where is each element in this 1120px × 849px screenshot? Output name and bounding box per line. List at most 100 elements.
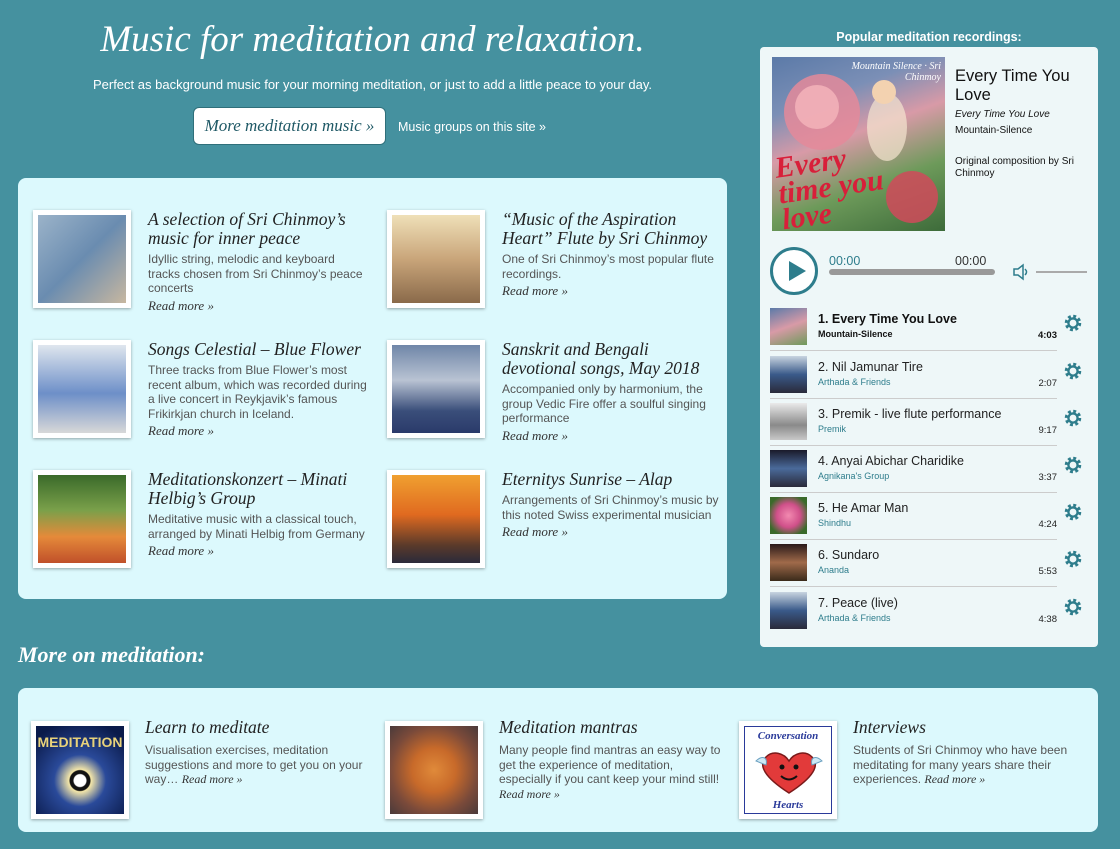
read-more-link[interactable]: Read more » xyxy=(499,787,560,801)
audio-player-panel: Mountain Silence · Sri Chinmoy Every tim… xyxy=(760,47,1098,647)
playlist-track[interactable]: 3. Premik - live flute performance Premi… xyxy=(770,403,1100,447)
item-title[interactable]: Sanskrit and Bengali devotional songs, M… xyxy=(502,340,722,378)
playlist-track[interactable]: 1. Every Time You Love Mountain-Silence … xyxy=(770,308,1100,352)
description-text: Visualisation exercises, meditation sugg… xyxy=(145,743,363,786)
track-divider xyxy=(770,539,1057,540)
track-divider xyxy=(770,445,1057,446)
now-playing-artist: Mountain-Silence xyxy=(955,125,1033,136)
track-thumbnail xyxy=(770,544,807,581)
playlist-track[interactable]: 5. He Amar Man Shindhu 4:24 xyxy=(770,497,1100,541)
track-thumbnail xyxy=(770,308,807,345)
track-artist: Shindhu xyxy=(818,518,852,528)
album-thumbnail[interactable] xyxy=(33,470,131,568)
thumbnail-caption-top: Conversation xyxy=(757,730,819,742)
playlist-track[interactable]: 4. Anyai Abichar Charidike Agnikana's Gr… xyxy=(770,450,1100,494)
album-thumbnail[interactable] xyxy=(387,210,485,308)
track-divider xyxy=(770,350,1057,351)
track-duration: 3:37 xyxy=(1038,472,1058,483)
album-art-label: Mountain Silence · Sri Chinmoy xyxy=(851,61,941,83)
gear-icon[interactable] xyxy=(1062,360,1084,382)
album-thumbnail[interactable] xyxy=(33,340,131,438)
playlist-track[interactable]: 7. Peace (live) Arthada & Friends 4:38 xyxy=(770,592,1100,636)
item-title[interactable]: A selection of Sri Chinmoy’s music for i… xyxy=(148,210,368,248)
album-thumbnail[interactable] xyxy=(387,340,485,438)
item-description: Three tracks from Blue Flower’s most rec… xyxy=(148,363,367,421)
item-title[interactable]: Eternitys Sunrise – Alap xyxy=(502,470,722,489)
now-playing-title: Every Time You Love xyxy=(955,67,1070,104)
item-description: Meditative music with a classical touch,… xyxy=(148,512,365,541)
playlist-track[interactable]: 2. Nil Jamunar Tire Arthada & Friends 2:… xyxy=(770,356,1100,400)
track-title: 3. Premik - live flute performance xyxy=(818,407,1002,421)
gear-icon[interactable] xyxy=(1062,596,1084,618)
play-button[interactable] xyxy=(770,247,818,295)
read-more-link[interactable]: Read more » xyxy=(502,428,722,444)
track-duration: 5:53 xyxy=(1038,566,1058,577)
item-description: Accompanied only by harmonium, the group… xyxy=(502,382,706,425)
more-on-meditation-heading: More on meditation: xyxy=(18,642,206,667)
thumbnail-caption-bottom: Hearts xyxy=(772,799,804,811)
track-duration: 2:07 xyxy=(1038,378,1058,389)
item-title[interactable]: Interviews xyxy=(853,718,1078,737)
item-title[interactable]: Songs Celestial – Blue Flower xyxy=(148,340,368,359)
item-title[interactable]: “Music of the Aspiration Heart” Flute by… xyxy=(502,210,722,248)
track-artist: Ananda xyxy=(818,565,850,575)
track-thumbnail xyxy=(770,592,807,629)
track-duration: 4:24 xyxy=(1038,519,1058,530)
track-artist: Agnikana's Group xyxy=(818,471,890,481)
volume-icon[interactable] xyxy=(1012,263,1030,281)
album-thumbnail[interactable] xyxy=(387,470,485,568)
item-description: Visualisation exercises, meditation sugg… xyxy=(145,743,370,787)
hero-subtitle: Perfect as background music for your mor… xyxy=(92,77,653,92)
now-playing-subtitle: Every Time You Love xyxy=(955,109,1050,120)
read-more-link[interactable]: Read more » xyxy=(148,423,368,439)
gear-icon[interactable] xyxy=(1062,407,1084,429)
track-thumbnail xyxy=(770,356,807,393)
item-description: Many people find mantras an easy way to … xyxy=(499,743,724,801)
more-on-meditation-panel: MEDITATION Learn to meditate Visualisati… xyxy=(18,688,1098,832)
meditation-mantras-thumbnail[interactable] xyxy=(385,721,483,819)
read-more-link[interactable]: Read more » xyxy=(502,283,722,299)
playlist-track[interactable]: 6. Sundaro Ananda 5:53 xyxy=(770,544,1100,588)
more-meditation-music-button[interactable]: More meditation music » xyxy=(193,107,386,145)
gear-icon[interactable] xyxy=(1062,454,1084,476)
thumbnail-caption: MEDITATION xyxy=(37,734,123,750)
item-description: Idyllic string, melodic and keyboard tra… xyxy=(148,252,363,295)
item-title[interactable]: Meditationskonzert – Minati Helbig’s Gro… xyxy=(148,470,368,508)
album-art: Mountain Silence · Sri Chinmoy Every tim… xyxy=(772,57,945,236)
track-duration: 4:03 xyxy=(1037,330,1057,341)
heart-icon xyxy=(755,752,823,794)
track-divider xyxy=(770,492,1057,493)
volume-slider[interactable] xyxy=(1036,271,1087,273)
learn-to-meditate-thumbnail[interactable]: MEDITATION xyxy=(31,721,129,819)
featured-music-panel: A selection of Sri Chinmoy’s music for i… xyxy=(18,178,727,599)
gear-icon[interactable] xyxy=(1062,501,1084,523)
item-title[interactable]: Meditation mantras xyxy=(499,718,724,737)
description-text: Many people find mantras an easy way to … xyxy=(499,743,721,786)
track-artist: Mountain-Silence xyxy=(818,329,893,339)
progress-bar[interactable] xyxy=(829,269,995,275)
item-title[interactable]: Learn to meditate xyxy=(145,718,370,737)
read-more-link[interactable]: Read more » xyxy=(502,524,722,540)
album-thumbnail[interactable] xyxy=(33,210,131,308)
duration-time: 00:00 xyxy=(955,254,987,268)
track-thumbnail xyxy=(770,450,807,487)
track-duration: 4:38 xyxy=(1038,614,1058,625)
item-description: Students of Sri Chinmoy who have been me… xyxy=(853,743,1078,787)
track-artist: Arthada & Friends xyxy=(818,613,891,623)
read-more-link[interactable]: Read more » xyxy=(924,772,985,786)
track-title: 4. Anyai Abichar Charidike xyxy=(818,454,964,468)
read-more-link[interactable]: Read more » xyxy=(182,772,243,786)
gear-icon[interactable] xyxy=(1062,312,1084,334)
popular-recordings-heading: Popular meditation recordings: xyxy=(836,30,1022,44)
music-groups-link[interactable]: Music groups on this site » xyxy=(398,120,546,134)
track-title: 5. He Amar Man xyxy=(818,501,909,515)
track-title: 7. Peace (live) xyxy=(818,596,898,610)
gear-icon[interactable] xyxy=(1062,548,1084,570)
track-divider xyxy=(770,586,1057,587)
item-description: One of Sri Chinmoy’s most popular flute … xyxy=(502,252,714,281)
interviews-thumbnail[interactable]: Conversation Hearts xyxy=(739,721,837,819)
track-duration: 9:17 xyxy=(1038,425,1058,436)
track-title: 6. Sundaro xyxy=(818,548,880,562)
read-more-link[interactable]: Read more » xyxy=(148,543,368,559)
read-more-link[interactable]: Read more » xyxy=(148,298,368,314)
